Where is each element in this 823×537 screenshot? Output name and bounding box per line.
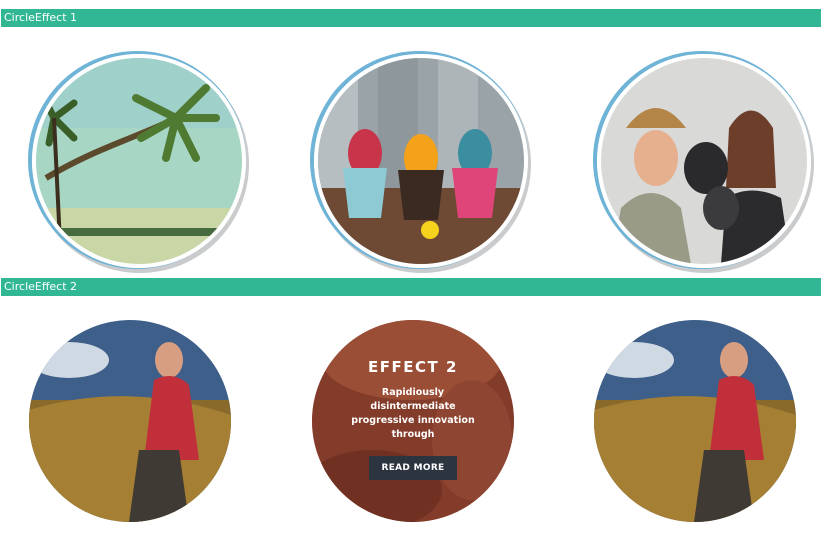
- woman-in-field-image: [29, 320, 231, 522]
- section-title: CircleEffect 1: [4, 11, 78, 24]
- section-header-circle-effect-2: CircleEffect 2: [1, 278, 821, 296]
- effect2-overlay: EFFECT 2 Rapidiously disintermediate pro…: [312, 320, 514, 522]
- circle-effect2-hover[interactable]: EFFECT 2 Rapidiously disintermediate pro…: [312, 320, 514, 522]
- section-header-circle-effect-1: CircleEffect 1: [1, 9, 821, 27]
- effect2-description: Rapidiously disintermediate progressive …: [351, 387, 475, 440]
- circle-woman-field-left[interactable]: [29, 320, 231, 522]
- circle-palm-beach[interactable]: [32, 54, 246, 268]
- effect2-title: EFFECT 2: [368, 358, 458, 376]
- boxing-couple-image: [601, 58, 807, 264]
- woman-in-field-image: [594, 320, 796, 522]
- easter-eggs-image: [318, 58, 524, 264]
- circle-boxing-couple[interactable]: [597, 54, 811, 268]
- palm-beach-image: [36, 58, 242, 264]
- section-title: CircleEffect 2: [4, 280, 78, 293]
- circle-woman-field-right[interactable]: [594, 320, 796, 522]
- read-more-button[interactable]: READ MORE: [369, 456, 457, 480]
- circle-easter-eggs[interactable]: [314, 54, 528, 268]
